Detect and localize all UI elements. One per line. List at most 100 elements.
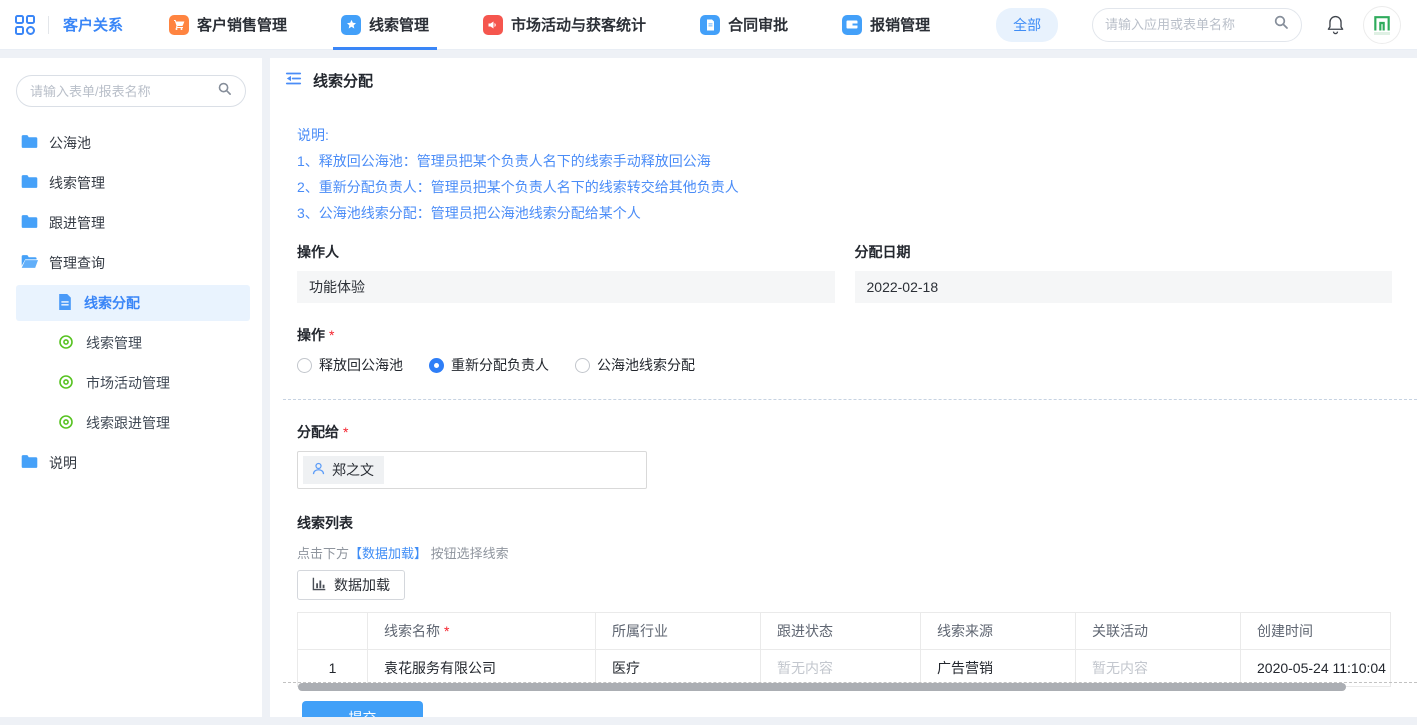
radio-reassign-owner[interactable]: 重新分配负责人 bbox=[429, 355, 549, 375]
submit-button[interactable]: 提交 bbox=[302, 701, 423, 717]
sidebar-item-management-query[interactable]: 管理查询 bbox=[0, 243, 262, 283]
hint-button-name: 【数据加载】 bbox=[349, 546, 427, 561]
app-search-box[interactable] bbox=[1092, 8, 1302, 42]
radio-icon-checked[interactable] bbox=[429, 358, 444, 373]
data-load-button-label: 数据加载 bbox=[334, 575, 390, 595]
instruction-line: 3、公海池线索分配：管理员把公海池线索分配给某个人 bbox=[297, 200, 1392, 226]
sidebar-search-box[interactable] bbox=[16, 75, 246, 107]
tab-reimbursement[interactable]: 报销管理 bbox=[842, 0, 930, 50]
assignee-picker[interactable]: 郑之文 bbox=[297, 451, 647, 489]
cell-created-time: 2020-05-24 11:10:04 bbox=[1241, 650, 1391, 687]
notification-bell-icon[interactable] bbox=[1326, 14, 1345, 35]
brand-app-name[interactable]: 客户关系 bbox=[63, 14, 123, 35]
instruction-line: 2、重新分配负责人：管理员把某个负责人名下的线索转交给其他负责人 bbox=[297, 174, 1392, 200]
sidebar-item-lead-assignment[interactable]: 线索分配 bbox=[16, 285, 250, 321]
sidebar: 公海池 线索管理 跟进管理 管理查询 线索分配 线索管理 市场活动管理 线索跟 bbox=[0, 58, 262, 717]
required-mark: * bbox=[444, 623, 449, 639]
user-avatar[interactable] bbox=[1363, 6, 1401, 44]
column-label: 线索名称 bbox=[384, 623, 440, 639]
sidebar-item-public-pool[interactable]: 公海池 bbox=[0, 123, 262, 163]
hint-suffix: 按钮选择线索 bbox=[431, 546, 509, 561]
form-row-operator-date: 操作人 分配日期 bbox=[297, 242, 1392, 303]
collapse-sidebar-icon[interactable] bbox=[285, 71, 302, 90]
instruction-line: 1、释放回公海池：管理员把某个负责人名下的线索手动释放回公海 bbox=[297, 148, 1392, 174]
assignee-field: 分配给* 郑之文 bbox=[297, 422, 1392, 489]
member-tag[interactable]: 郑之文 bbox=[303, 456, 384, 484]
sidebar-item-label: 说明 bbox=[49, 453, 77, 473]
radio-label: 公海池线索分配 bbox=[597, 355, 695, 375]
assignee-label: 分配给* bbox=[297, 422, 1392, 442]
sidebar-item-label: 线索管理 bbox=[49, 173, 105, 193]
dashed-divider bbox=[283, 399, 1417, 400]
folder-icon bbox=[21, 174, 38, 192]
operation-label: 操作* bbox=[297, 325, 1392, 345]
tab-label: 客户销售管理 bbox=[197, 14, 287, 35]
required-mark: * bbox=[329, 327, 334, 343]
operator-input[interactable] bbox=[297, 271, 835, 303]
data-load-button[interactable]: 数据加载 bbox=[297, 570, 405, 600]
app-search-input[interactable] bbox=[1105, 17, 1273, 32]
sidebar-item-market-activity-management[interactable]: 市场活动管理 bbox=[0, 363, 262, 403]
person-icon bbox=[311, 461, 326, 479]
form-content: 说明: 1、释放回公海池：管理员把某个负责人名下的线索手动释放回公海 2、重新分… bbox=[270, 122, 1417, 717]
radio-release-to-pool[interactable]: 释放回公海池 bbox=[297, 355, 403, 375]
radio-icon[interactable] bbox=[297, 358, 312, 373]
sidebar-item-followup-management[interactable]: 跟进管理 bbox=[0, 203, 262, 243]
cell-lead-source: 广告营销 bbox=[921, 650, 1076, 687]
sidebar-item-label: 线索管理 bbox=[86, 333, 142, 353]
search-icon[interactable] bbox=[1273, 14, 1289, 35]
horizontal-scrollbar[interactable] bbox=[298, 683, 1346, 691]
lead-table: 线索名称* 所属行业 跟进状态 线索来源 关联活动 创建时间 1 袁花服务有限公… bbox=[297, 612, 1391, 687]
page-layout: 公海池 线索管理 跟进管理 管理查询 线索分配 线索管理 市场活动管理 线索跟 bbox=[0, 50, 1417, 717]
folder-open-icon bbox=[21, 254, 38, 272]
contract-icon bbox=[700, 15, 720, 35]
tab-label: 线索管理 bbox=[369, 14, 429, 35]
wallet-icon bbox=[842, 15, 862, 35]
tab-label: 报销管理 bbox=[870, 14, 930, 35]
cell-industry: 医疗 bbox=[596, 650, 761, 687]
operation-field: 操作* 释放回公海池 重新分配负责人 公海池线索分配 bbox=[297, 325, 1392, 375]
column-followup-status: 跟进状态 bbox=[761, 613, 921, 650]
tab-lead-management[interactable]: 线索管理 bbox=[341, 0, 429, 50]
sidebar-item-lead-management-report[interactable]: 线索管理 bbox=[0, 323, 262, 363]
app-launcher-grid-icon[interactable] bbox=[14, 14, 36, 36]
cell-related-activity: 暂无内容 bbox=[1076, 650, 1241, 687]
report-icon bbox=[58, 374, 74, 393]
sidebar-search-input[interactable] bbox=[30, 84, 217, 99]
column-created-time: 创建时间 bbox=[1241, 613, 1391, 650]
operator-field: 操作人 bbox=[297, 242, 835, 303]
sidebar-item-label: 管理查询 bbox=[49, 253, 105, 273]
instructions-title: 说明: bbox=[297, 122, 1392, 148]
tab-label: 合同审批 bbox=[728, 14, 788, 35]
cell-row-index: 1 bbox=[298, 650, 368, 687]
operation-radio-group: 释放回公海池 重新分配负责人 公海池线索分配 bbox=[297, 355, 1392, 375]
report-icon bbox=[58, 334, 74, 353]
sidebar-item-label: 跟进管理 bbox=[49, 213, 105, 233]
lead-table-wrap: 线索名称* 所属行业 跟进状态 线索来源 关联活动 创建时间 1 袁花服务有限公… bbox=[297, 612, 1390, 687]
sidebar-item-label: 线索跟进管理 bbox=[86, 413, 170, 433]
assign-date-label: 分配日期 bbox=[855, 242, 1393, 262]
table-row[interactable]: 1 袁花服务有限公司 医疗 暂无内容 广告营销 暂无内容 2020-05-24 … bbox=[298, 650, 1391, 687]
radio-icon[interactable] bbox=[575, 358, 590, 373]
folder-icon bbox=[21, 134, 38, 152]
filter-all-pill[interactable]: 全部 bbox=[996, 8, 1058, 42]
tab-market-activity-stats[interactable]: 市场活动与获客统计 bbox=[483, 0, 646, 50]
search-icon[interactable] bbox=[217, 81, 232, 101]
tab-customer-sales[interactable]: 客户销售管理 bbox=[169, 0, 287, 50]
column-industry: 所属行业 bbox=[596, 613, 761, 650]
column-related-activity: 关联活动 bbox=[1076, 613, 1241, 650]
topbar-divider bbox=[48, 16, 49, 34]
assign-date-input[interactable] bbox=[855, 271, 1393, 303]
sidebar-item-label: 市场活动管理 bbox=[86, 373, 170, 393]
sidebar-item-lead-followup-management[interactable]: 线索跟进管理 bbox=[0, 403, 262, 443]
sidebar-item-lead-management[interactable]: 线索管理 bbox=[0, 163, 262, 203]
tab-contract-approval[interactable]: 合同审批 bbox=[700, 0, 788, 50]
radio-pool-lead-assign[interactable]: 公海池线索分配 bbox=[575, 355, 695, 375]
sidebar-item-description[interactable]: 说明 bbox=[0, 443, 262, 483]
column-lead-source: 线索来源 bbox=[921, 613, 1076, 650]
required-mark: * bbox=[343, 424, 348, 440]
hint-prefix: 点击下方 bbox=[297, 546, 349, 561]
cell-lead-name: 袁花服务有限公司 bbox=[368, 650, 596, 687]
page-header: 线索分配 bbox=[270, 58, 1417, 102]
member-name: 郑之文 bbox=[332, 460, 374, 480]
